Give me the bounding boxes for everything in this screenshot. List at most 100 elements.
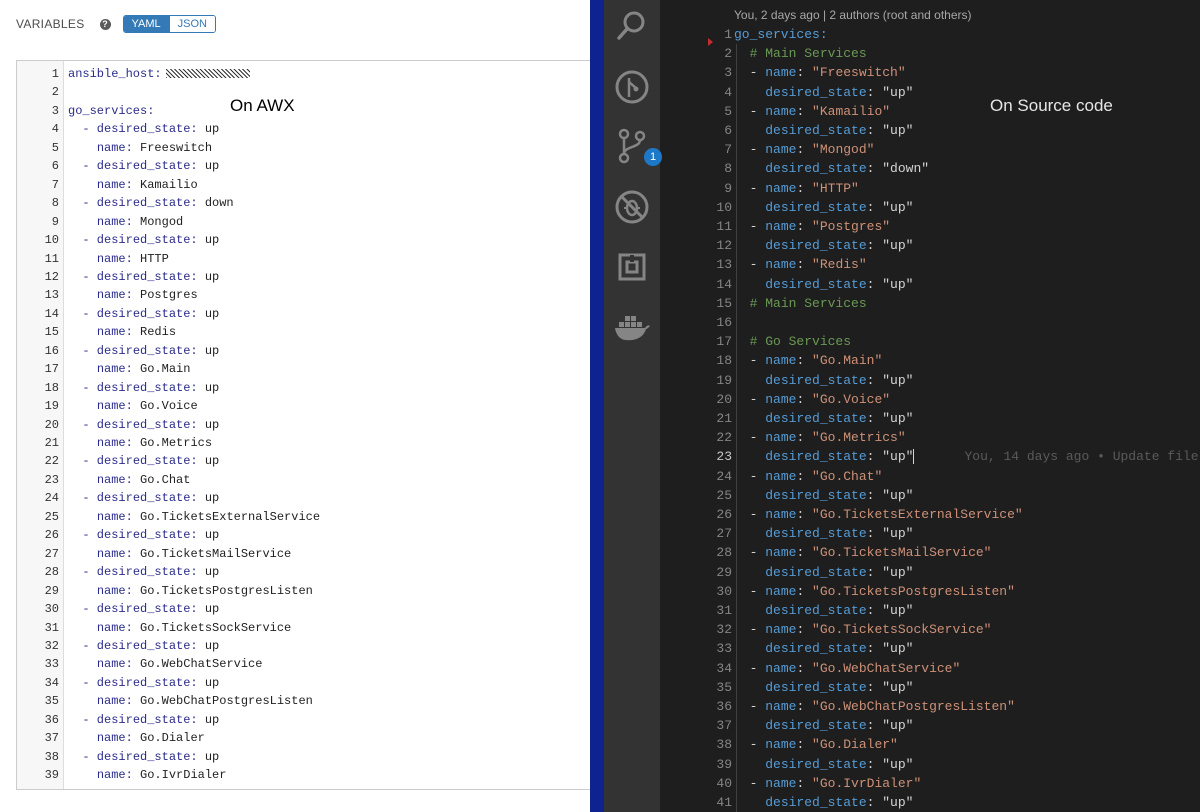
yaml-value: Go.WebChatService — [132, 657, 263, 672]
yaml-string: "up" — [882, 199, 914, 215]
yaml-key: desired_state — [765, 161, 867, 177]
code-editor[interactable]: 1 go_services: 2 # Main Services 3 - name: … — [660, 0, 1200, 812]
code-line: 34 - desired_state: up — [17, 674, 591, 693]
list-dash: - — [749, 142, 766, 158]
line-content: desired_state: "up" — [734, 83, 913, 102]
line-number: 20 — [716, 391, 732, 407]
colon: : — [796, 353, 813, 369]
line-number: 25 — [716, 487, 732, 503]
line-content: - desired_state: up — [68, 563, 219, 582]
code-line: 4 - desired_state: up — [17, 120, 591, 139]
colon: : — [866, 84, 883, 100]
debug-icon[interactable] — [604, 183, 660, 231]
line-number: 31 — [44, 620, 59, 635]
variables-code-editor[interactable]: 1 ansible_host: 2 3 go_services: 4 - desired_… — [16, 60, 591, 790]
line-content: desired_state: "up" — [734, 755, 913, 774]
yaml-key: desired_state — [765, 199, 867, 215]
line-content: - name: "Go.Voice" — [734, 390, 890, 409]
line-content: desired_state: "up" — [734, 486, 913, 505]
yaml-toggle-button[interactable]: YAML — [123, 16, 169, 32]
yaml-key: name: — [96, 546, 133, 561]
line-content: name: Go.TicketsPostgresListen — [68, 582, 313, 601]
colon: : — [796, 737, 813, 753]
yaml-key: ansible_host: — [68, 67, 162, 81]
docker-icon[interactable] — [604, 304, 660, 352]
yaml-string: "up" — [882, 564, 914, 580]
list-dash: - — [749, 430, 766, 446]
colon: : — [866, 199, 883, 215]
list-dash: - — [749, 737, 766, 753]
line-content: - name: "Go.WebChatPostgresListen" — [734, 697, 1015, 716]
code-line: 32 - desired_state: up — [17, 637, 591, 656]
yaml-value: Freeswitch — [132, 140, 213, 155]
line-number: 15 — [716, 295, 732, 311]
code-line: 41 desired_state: "up" — [660, 793, 1200, 812]
extensions-icon[interactable] — [604, 243, 660, 291]
line-content: - name: "Go.Main" — [734, 351, 883, 370]
line-content: desired_state: "up" — [734, 198, 913, 217]
line-number: 10 — [716, 199, 732, 215]
yaml-key: name — [765, 65, 797, 81]
line-number: 3 — [724, 65, 732, 81]
line-number: 22 — [716, 430, 732, 446]
code-line: 1 go_services: — [660, 25, 1200, 44]
git-change-marker — [708, 38, 713, 46]
line-number: 13 — [716, 257, 732, 273]
colon: : — [796, 660, 813, 676]
git-history-icon[interactable] — [604, 63, 660, 111]
line-content: - desired_state: up — [68, 526, 219, 545]
redacted-value — [165, 69, 250, 79]
list-dash: - — [749, 257, 766, 273]
line-content: name: Kamailio — [68, 176, 198, 195]
yaml-key: desired_state — [765, 276, 867, 292]
yaml-key: - desired_state: — [82, 159, 198, 174]
yaml-key: - desired_state: — [82, 675, 198, 690]
line-number: 17 — [716, 334, 732, 350]
yaml-value: Postgres — [132, 288, 198, 303]
line-content: - name: "Go.Dialer" — [734, 735, 898, 754]
yaml-key: desired_state — [765, 641, 867, 657]
line-number: 29 — [44, 583, 59, 598]
yaml-string: "Postgres" — [812, 219, 891, 234]
line-content: - desired_state: up — [68, 231, 219, 250]
code-line: 24 - name: "Go.Chat" — [660, 467, 1200, 486]
code-line: 3 go_services: — [17, 102, 591, 121]
line-number: 39 — [44, 768, 59, 783]
list-dash: - — [749, 219, 766, 234]
line-number: 10 — [44, 233, 59, 248]
list-dash: - — [749, 353, 766, 369]
code-line: 35 name: Go.WebChatPostgresListen — [17, 692, 591, 711]
line-number: 6 — [724, 123, 732, 138]
code-line: 12 desired_state: "up" — [660, 236, 1200, 255]
code-line: 15 # Main Services — [660, 294, 1200, 313]
help-icon[interactable]: ? — [99, 18, 111, 30]
code-line: 19 desired_state: "up" — [660, 371, 1200, 390]
line-content: # Main Services — [734, 44, 867, 63]
search-icon[interactable] — [604, 2, 660, 50]
yaml-value: up — [197, 122, 220, 137]
line-content: desired_state: "up" — [734, 371, 913, 390]
yaml-string: "Go.WebChatService" — [812, 660, 961, 676]
line-number: 23 — [716, 449, 732, 465]
line-content: - desired_state: down — [68, 194, 233, 213]
line-number: 9 — [51, 214, 59, 229]
activity-bar: 1 — [604, 0, 662, 812]
colon: : — [866, 123, 883, 138]
line-content: - desired_state: up — [68, 305, 219, 324]
code-line: 29 desired_state: "up" — [660, 563, 1200, 582]
line-content: desired_state: "up" — [734, 601, 913, 620]
colon: : — [796, 65, 813, 81]
code-line: 13 name: Postgres — [17, 286, 591, 305]
yaml-key: - desired_state: — [82, 417, 198, 432]
line-number: 16 — [44, 343, 59, 358]
yaml-key: name — [765, 142, 797, 158]
json-toggle-button[interactable]: JSON — [168, 16, 215, 32]
yaml-key: name — [765, 622, 797, 638]
colon: : — [866, 718, 883, 734]
line-content: - desired_state: up — [68, 711, 219, 730]
line-number: 9 — [724, 180, 732, 196]
yaml-value: up — [197, 491, 220, 506]
code-line: 15 name: Redis — [17, 323, 591, 342]
code-line: 6 desired_state: "up" — [660, 121, 1200, 140]
line-content: - name: "Postgres" — [734, 217, 890, 236]
